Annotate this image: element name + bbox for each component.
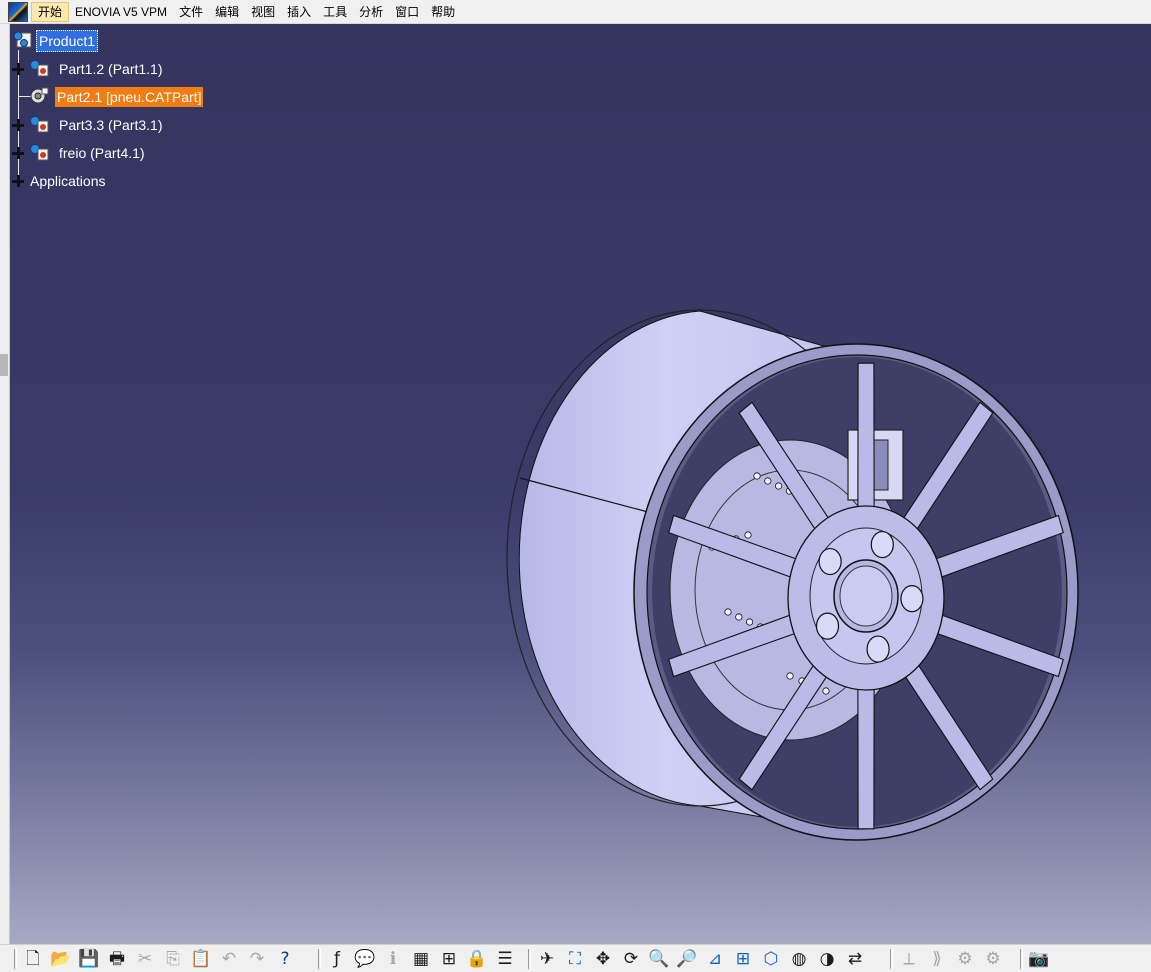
fit-all-icon[interactable]: ⛶: [564, 948, 586, 970]
rotate-icon[interactable]: ⟳: [620, 948, 642, 970]
component-icon: [30, 60, 49, 77]
toolbar-grip[interactable]: [528, 949, 531, 969]
tree-node-row[interactable]: Part3.3 (Part3.1): [28, 114, 165, 136]
disc-hole: [724, 608, 732, 616]
disc-hole: [786, 672, 794, 680]
paste-icon[interactable]: 📋: [190, 948, 212, 970]
macro-icon[interactable]: ⚙: [954, 948, 976, 970]
tree-root-label[interactable]: Product1: [36, 30, 99, 52]
tree-node-label[interactable]: freio (Part4.1): [57, 143, 147, 163]
measure-icon[interactable]: ⟂: [898, 948, 920, 970]
menu-edit[interactable]: 编辑: [209, 2, 245, 22]
open-icon[interactable]: 📂: [50, 948, 72, 970]
toolbar-grip[interactable]: [14, 949, 17, 969]
menu-insert[interactable]: 插入: [281, 2, 317, 22]
component-icon: [30, 116, 49, 133]
tree-root-row[interactable]: Product1: [12, 30, 99, 52]
formula-icon[interactable]: ƒ: [326, 948, 348, 970]
menu-start[interactable]: 开始: [31, 1, 70, 22]
lug-hole: [815, 612, 840, 640]
table-icon[interactable]: ▦: [410, 948, 432, 970]
hide-show-icon[interactable]: ◑: [816, 948, 838, 970]
menu-file[interactable]: 文件: [173, 2, 209, 22]
menu-view[interactable]: 视图: [245, 2, 281, 22]
disc-hole: [753, 472, 761, 480]
component-icon: [30, 144, 49, 161]
toolbar-grip[interactable]: [318, 949, 321, 969]
spoke: [857, 682, 875, 830]
menu-help[interactable]: 帮助: [425, 2, 461, 22]
toolbar-grip[interactable]: [1020, 949, 1023, 969]
zoom-in-icon[interactable]: 🔍: [648, 948, 670, 970]
lug-hole: [866, 635, 890, 663]
fly-mode-icon[interactable]: ✈: [536, 948, 558, 970]
assemble-icon[interactable]: ⚙: [982, 948, 1004, 970]
zoom-out-icon[interactable]: 🔎: [676, 948, 698, 970]
tree-expand-toggle[interactable]: [12, 63, 24, 75]
specification-tree: Product1 Part1.2 (Part1.1) Part2.1 [pneu…: [10, 24, 270, 204]
spoke: [857, 362, 875, 510]
disc-hole: [764, 477, 772, 485]
tree-node-row[interactable]: Part1.2 (Part1.1): [28, 58, 165, 80]
part-gear-icon: [30, 87, 49, 104]
disc-hole: [744, 531, 752, 539]
lug-hole: [818, 547, 842, 576]
disc-hole: [774, 482, 783, 490]
knowledge-icon[interactable]: ℹ: [382, 948, 404, 970]
menu-enovia[interactable]: ENOVIA V5 VPM: [69, 2, 173, 22]
tree-applications-row[interactable]: Applications: [28, 170, 108, 192]
3d-viewport[interactable]: Product1 Part1.2 (Part1.1) Part2.1 [pneu…: [10, 24, 1151, 944]
comment-icon[interactable]: 💬: [354, 948, 376, 970]
undo-icon[interactable]: ↶: [218, 948, 240, 970]
disc-hole: [822, 687, 830, 695]
toolbar-grip[interactable]: [890, 949, 893, 969]
new-icon[interactable]: 🗋: [22, 948, 44, 970]
catia-logo-icon[interactable]: [8, 1, 28, 22]
cut-icon[interactable]: ✂: [134, 948, 156, 970]
disc-hole: [735, 613, 743, 621]
menu-analyze[interactable]: 分析: [353, 2, 389, 22]
disc-hole: [745, 618, 754, 626]
left-panel-edge: [0, 24, 10, 944]
list-icon[interactable]: ☰: [494, 948, 516, 970]
tree-node-label[interactable]: Part3.3 (Part3.1): [57, 115, 165, 135]
swap-visible-icon[interactable]: ⇄: [844, 948, 866, 970]
menu-window[interactable]: 窗口: [389, 2, 425, 22]
tree-node-row-selected[interactable]: Part2.1 [pneu.CATPart]: [28, 86, 204, 108]
multi-view-icon[interactable]: ⊞: [732, 948, 754, 970]
menu-tools[interactable]: 工具: [317, 2, 353, 22]
shading-icon[interactable]: ◍: [788, 948, 810, 970]
tree-applications-label[interactable]: Applications: [28, 171, 108, 191]
tree-node-label[interactable]: Part2.1 [pneu.CATPart]: [55, 87, 204, 107]
pan-icon[interactable]: ✥: [592, 948, 614, 970]
copy-icon[interactable]: ⎘: [162, 948, 184, 970]
lug-hole: [900, 585, 924, 613]
standard-toolbar: 🗋 📂 💾 🖶 ✂ ⎘ 📋 ↶ ↷? ƒ 💬 ℹ ▦ ⊞ 🔒 ☰ ✈ ⛶ ✥ ⟳ 🔍 🔎 ⊿ ⊞ ⬡ ◍ ◑ ⇄ ⟂ ⟫ ⚙ ⚙ 📷: [0, 944, 1151, 972]
iso-view-icon[interactable]: ⬡: [760, 948, 782, 970]
redo-icon[interactable]: ↷: [246, 948, 268, 970]
tree-expand-toggle[interactable]: [12, 119, 24, 131]
product-icon: [13, 31, 32, 48]
analysis-icon[interactable]: ⟫: [926, 948, 948, 970]
whats-this-icon[interactable]: ?: [274, 948, 296, 970]
normal-view-icon[interactable]: ⊿: [704, 948, 726, 970]
tree-expand-icon[interactable]: ⊞: [438, 948, 460, 970]
tree-expand-toggle[interactable]: [12, 147, 24, 159]
save-icon[interactable]: 💾: [78, 948, 100, 970]
panel-splitter-handle[interactable]: [0, 354, 8, 376]
lug-hole: [870, 530, 894, 559]
print-icon[interactable]: 🖶: [106, 948, 128, 970]
menu-bar: 开始 ENOVIA V5 VPM 文件 编辑 视图 插入 工具 分析 窗口 帮助: [0, 0, 1151, 24]
tree-node-label[interactable]: Part1.2 (Part1.1): [57, 59, 165, 79]
camera-icon[interactable]: 📷: [1028, 948, 1050, 970]
tree-node-row[interactable]: freio (Part4.1): [28, 142, 147, 164]
lock-icon[interactable]: 🔒: [466, 948, 488, 970]
tree-expand-toggle[interactable]: [12, 175, 24, 187]
